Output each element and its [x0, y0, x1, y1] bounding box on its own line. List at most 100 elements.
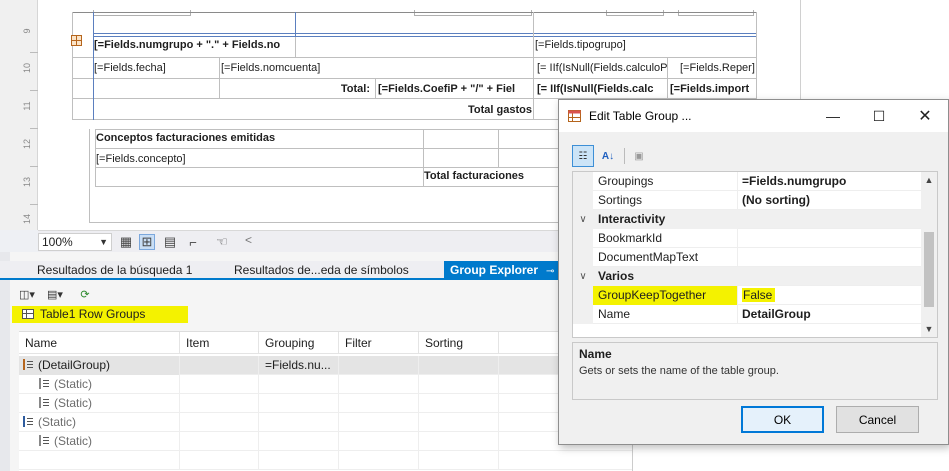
scroll-down-icon[interactable]: ▼ [921, 321, 937, 337]
row-name: (DetailGroup) [38, 358, 111, 372]
header-cell[interactable] [678, 10, 754, 16]
property-value[interactable]: (No sorting) [738, 191, 921, 210]
collapse-icon[interactable]: ∨ [573, 210, 593, 229]
ruler-number: 14 [22, 214, 32, 225]
calculo2-cell[interactable]: [= IIf(IsNull(Fields.calc [537, 82, 667, 96]
property-pages-icon[interactable]: ▣ [628, 145, 650, 167]
row-name: (Static) [54, 377, 93, 391]
property-name: DocumentMapText [593, 248, 738, 267]
tab-symbol-results[interactable]: Resultados de...eda de símbolos [228, 261, 415, 280]
scroll-up-icon[interactable]: ▲ [921, 172, 937, 188]
property-name: Sortings [593, 191, 738, 210]
property-value[interactable]: DetailGroup [738, 305, 921, 324]
property-value[interactable] [738, 248, 921, 267]
property-category[interactable]: ∨ Varios [573, 267, 921, 286]
collapse-icon[interactable]: ∨ [573, 267, 593, 286]
row-name: (Static) [54, 434, 93, 448]
table-row[interactable]: (DetailGroup) =Fields.nu... [19, 356, 632, 375]
total-gastos-cell[interactable]: Total gastos [378, 103, 532, 117]
property-description: Name Gets or sets the name of the table … [572, 342, 938, 400]
property-category[interactable]: ∨ Interactivity [573, 210, 921, 229]
table-row[interactable]: (Static) [19, 432, 632, 451]
refresh-icon[interactable]: ⟳ [76, 286, 94, 302]
property-row[interactable]: GroupKeepTogether False [573, 286, 921, 305]
ruler-number: 12 [22, 139, 32, 150]
close-button[interactable]: ✕ [902, 100, 948, 132]
row-name: (Static) [54, 396, 93, 410]
property-row[interactable]: Groupings =Fields.numgrupo [573, 172, 921, 191]
category-name: Interactivity [593, 210, 738, 229]
header-cell[interactable] [606, 10, 664, 16]
reper-cell[interactable]: [=Fields.Reper] [680, 61, 756, 75]
app-icon [568, 110, 581, 122]
static-group-icon [39, 435, 49, 446]
column-header-grouping[interactable]: Grouping [259, 332, 339, 354]
snap-icon[interactable]: ⊞ [139, 234, 155, 250]
property-row[interactable]: Name DetailGroup [573, 305, 921, 324]
maximize-button[interactable]: ☐ [856, 100, 902, 132]
nomcuenta-cell[interactable]: [=Fields.nomcuenta] [221, 61, 531, 75]
cancel-button[interactable]: Cancel [836, 406, 919, 433]
tab-search-results[interactable]: Resultados de la búsqueda 1 [31, 261, 198, 280]
vertical-ruler: 9 10 11 12 13 14 [0, 0, 38, 230]
row-groups-title: Table1 Row Groups [12, 306, 188, 323]
tipogrupo-cell[interactable]: [=Fields.tipogrupo] [535, 38, 755, 52]
hand-icon[interactable]: ☜ [214, 234, 230, 250]
ruler-icon[interactable]: ⌐ [185, 234, 201, 250]
sort-alphabetical-icon[interactable]: A↓ [597, 145, 619, 167]
minimize-button[interactable]: — [810, 100, 856, 132]
categorized-icon[interactable]: ☷ [572, 145, 594, 167]
fecha-cell[interactable]: [=Fields.fecha] [94, 61, 218, 75]
header-cell[interactable] [93, 10, 191, 16]
grid-icon[interactable]: ▦ [118, 234, 134, 250]
property-value[interactable] [738, 229, 921, 248]
row-name: (Static) [38, 415, 77, 429]
property-grid-scrollbar[interactable]: ▲ ▼ [921, 171, 938, 338]
column-header-item[interactable]: Item [180, 332, 259, 354]
pin-icon[interactable]: ⊸ [546, 266, 554, 277]
importe-cell[interactable]: [=Fields.import [670, 82, 756, 96]
column-header-sorting[interactable]: Sorting [419, 332, 499, 354]
conceptos-title-cell[interactable]: Conceptos facturaciones emitidas [96, 131, 422, 145]
table-row[interactable]: (Static) [19, 394, 632, 413]
edit-table-group-dialog: Edit Table Group ... — ☐ ✕ ☷ A↓ ▣ Groupi… [558, 99, 949, 445]
coefip-cell[interactable]: [=Fields.CoefiP + "/" + Fiel [378, 82, 532, 96]
concepto-cell[interactable]: [=Fields.concepto] [96, 152, 422, 166]
property-row[interactable]: BookmarkId [573, 229, 921, 248]
property-name: Name [593, 305, 738, 324]
total-label-cell[interactable]: Total: [220, 82, 370, 96]
column-header-filter[interactable]: Filter [339, 332, 419, 354]
property-row[interactable]: DocumentMapText [573, 248, 921, 267]
description-text: Gets or sets the name of the table group… [579, 365, 779, 377]
table-handle-icon[interactable] [71, 35, 82, 46]
scroll-left-icon[interactable]: < [245, 233, 252, 247]
property-name: BookmarkId [593, 229, 738, 248]
static-group-icon [39, 397, 49, 408]
row-grouping: =Fields.nu... [259, 356, 339, 375]
view-mode-icon[interactable]: ◫▾ [18, 286, 36, 302]
scrollbar-thumb[interactable] [924, 232, 934, 307]
static-group-icon [23, 416, 33, 427]
dialog-titlebar[interactable]: Edit Table Group ... — ☐ ✕ [559, 100, 948, 132]
description-title: Name [579, 347, 612, 361]
header-cell[interactable] [414, 10, 532, 16]
property-grid: Groupings =Fields.numgrupo Sortings (No … [572, 171, 922, 338]
table-row[interactable]: (Static) [19, 413, 632, 432]
ruler-number: 13 [22, 177, 32, 188]
column-header-name[interactable]: Name [19, 332, 180, 354]
group-header-cell[interactable]: [=Fields.numgrupo + "." + Fields.no [94, 38, 294, 52]
options-icon[interactable]: ▤▾ [46, 286, 64, 302]
zoom-dropdown[interactable]: 100% ▼ [38, 233, 112, 251]
ruler-number: 9 [22, 28, 32, 34]
ok-button[interactable]: OK [741, 406, 824, 433]
table-row[interactable]: (Static) [19, 375, 632, 394]
property-row[interactable]: Sortings (No sorting) [573, 191, 921, 210]
total-facturaciones-cell[interactable]: Total facturaciones [424, 169, 558, 183]
detail-group-icon [23, 359, 33, 370]
property-name: Groupings [593, 172, 738, 191]
tab-group-explorer[interactable]: Group Explorer ⊸ [444, 261, 561, 280]
table-icon[interactable]: ▤ [162, 234, 178, 250]
ruler-number: 10 [22, 63, 32, 74]
calculo-cell[interactable]: [= IIf(IsNull(Fields.calculoP [537, 61, 667, 75]
property-value[interactable]: =Fields.numgrupo [738, 172, 921, 191]
